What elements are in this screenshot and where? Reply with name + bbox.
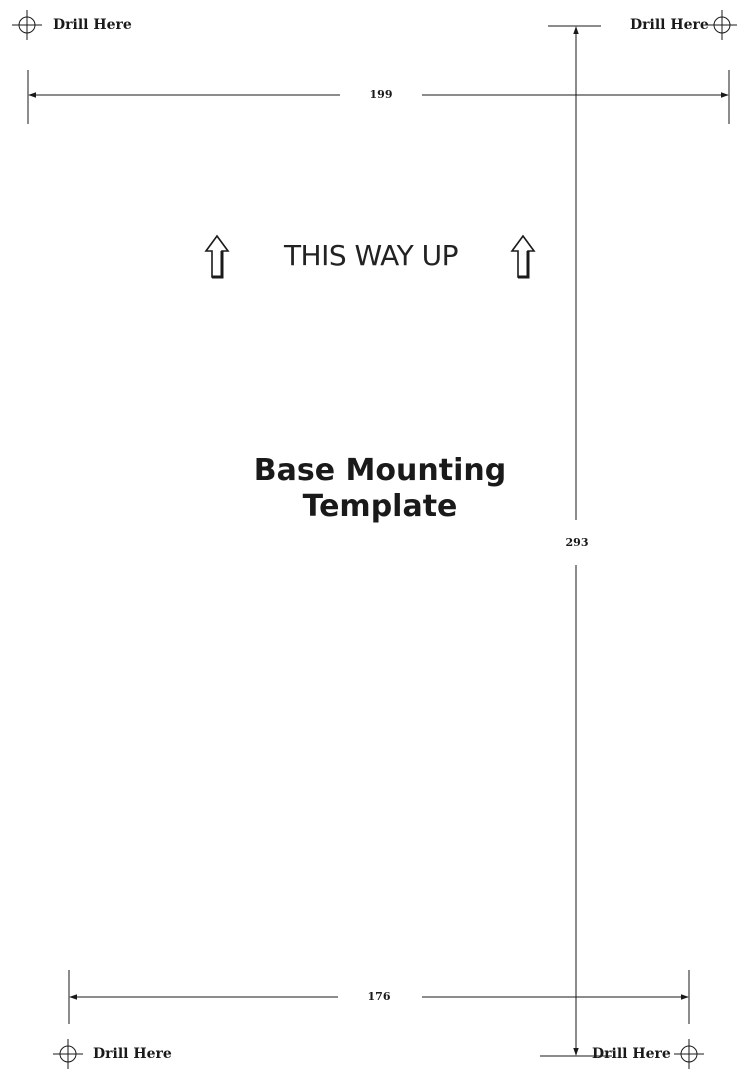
drill-label-top-right: Drill Here [630, 17, 709, 33]
title-line-2: Template [302, 489, 458, 524]
drill-label-bottom-left: Drill Here [93, 1046, 172, 1062]
template-title: Base Mounting Template [200, 453, 560, 525]
crosshair-bottom-right-icon [674, 1039, 704, 1069]
crosshair-bottom-left-icon [53, 1039, 83, 1069]
orientation-text: THIS WAY UP [283, 239, 459, 272]
dimension-label-bottom-width: 176 [367, 990, 391, 1003]
dimension-label-height: 293 [565, 536, 589, 549]
dimension-label-top-width: 199 [369, 88, 393, 101]
title-line-1: Base Mounting [253, 453, 507, 488]
up-arrow-icon [204, 234, 230, 279]
crosshair-top-right-icon [707, 10, 737, 40]
crosshair-top-left-icon [12, 10, 42, 40]
template-drawing [12, 10, 737, 1069]
up-arrow-icon [510, 234, 536, 279]
orientation-indicator: THIS WAY UP [200, 232, 540, 282]
drill-label-top-left: Drill Here [53, 17, 132, 33]
drill-label-bottom-right: Drill Here [592, 1046, 671, 1062]
